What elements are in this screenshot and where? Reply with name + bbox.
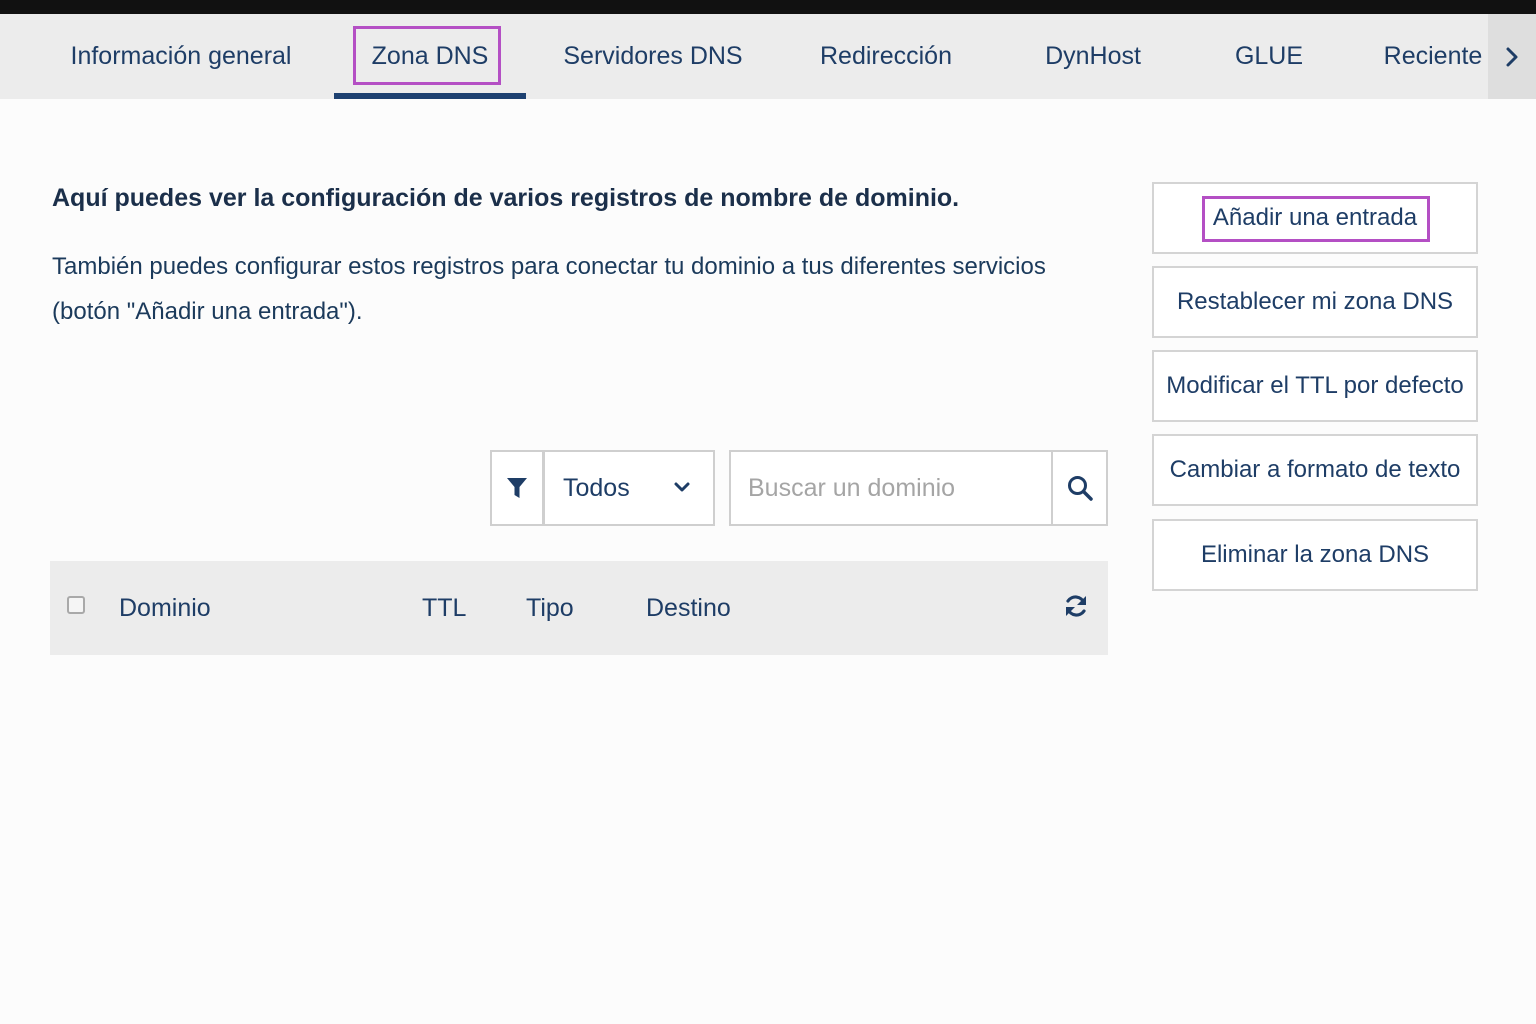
tab-reciente[interactable]: Reciente [1376,14,1490,99]
text-format-button[interactable]: Cambiar a formato de texto [1152,434,1478,506]
tab-bar: Información general Zona DNS Servidores … [0,14,1536,99]
column-header-dominio[interactable]: Dominio [119,561,211,655]
chevron-down-icon [674,482,690,492]
refresh-icon[interactable] [1062,592,1090,620]
dns-records-table-header: Dominio TTL Tipo Destino [50,561,1108,655]
delete-dns-zone-button[interactable]: Eliminar la zona DNS [1152,519,1478,591]
chevron-right-icon [1506,47,1518,66]
page-intro-text: También puedes configurar estos registro… [52,253,1046,325]
page-intro-title: Aquí puedes ver la configuración de vari… [52,184,960,212]
record-type-selected-value: Todos [563,473,630,502]
add-entry-button[interactable]: Añadir una entrada [1152,182,1478,254]
domain-search-input[interactable] [729,450,1053,526]
column-header-destino[interactable]: Destino [646,561,731,655]
record-type-select[interactable]: Todos [543,450,715,526]
active-tab-indicator [334,93,526,99]
filter-button[interactable] [490,450,544,526]
search-button[interactable] [1051,450,1108,526]
top-window-bar [0,0,1536,14]
tabs-next-button[interactable] [1488,14,1536,99]
filter-icon [507,478,527,498]
tab-zona-dns[interactable]: Zona DNS [334,14,526,99]
modify-default-ttl-button[interactable]: Modificar el TTL por defecto [1152,350,1478,422]
reset-dns-zone-button[interactable]: Restablecer mi zona DNS [1152,266,1478,338]
search-icon [1067,476,1093,501]
tab-informacion-general[interactable]: Información general [60,14,302,99]
tab-dynhost[interactable]: DynHost [1030,14,1156,99]
column-header-ttl[interactable]: TTL [422,561,466,655]
column-header-tipo[interactable]: Tipo [526,561,574,655]
select-all-checkbox[interactable] [67,596,85,614]
tab-servidores-dns[interactable]: Servidores DNS [556,14,750,99]
tab-redireccion[interactable]: Redirección [810,14,962,99]
tab-glue[interactable]: GLUE [1220,14,1318,99]
